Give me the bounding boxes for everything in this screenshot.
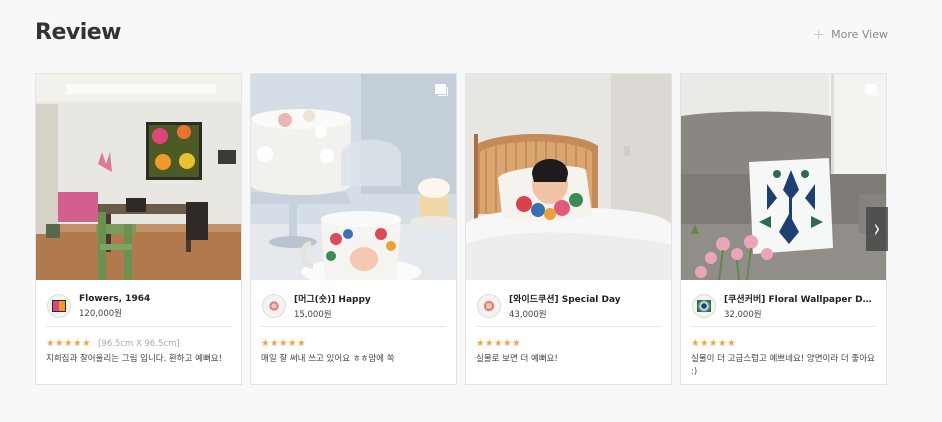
product-option: [96.5cm X 96.5cm] [98, 338, 180, 349]
next-slide-button[interactable]: › [866, 207, 888, 251]
review-card-list: Flowers, 1964 120,000원 ★★★★★ [96.5cm X 9… [35, 73, 888, 385]
review-photo[interactable] [681, 74, 886, 280]
review-photo[interactable] [36, 74, 241, 280]
product-price: 120,000원 [79, 308, 122, 319]
product-thumbnail[interactable] [692, 294, 716, 318]
review-text: 지희집과 잘어울리는 그림 입니다. 환하고 예뻐요! [46, 354, 223, 364]
product-thumbnail[interactable] [477, 294, 501, 318]
product-name[interactable]: [쿠션커버] Floral Wallpaper Design 2 [724, 292, 876, 305]
star-rating: ★★★★★ [691, 338, 737, 349]
multi-image-icon [865, 84, 878, 96]
review-section-title: Review [35, 20, 122, 45]
review-text: 실물로 보면 더 예뻐요! [476, 354, 558, 364]
product-price: 15,000원 [294, 310, 332, 320]
multi-image-icon [435, 84, 448, 96]
star-rating: ★★★★★ [46, 338, 92, 349]
review-card[interactable]: [쿠션커버] Floral Wallpaper Design 2 32,000원… [680, 73, 887, 385]
star-rating: ★★★★★ [261, 338, 307, 349]
card-divider [46, 326, 231, 327]
review-text: 매일 잘 써내 쓰고 있어요 ㅎㅎ맘에 쏙 [261, 354, 395, 364]
product-name[interactable]: Flowers, 1964 [79, 294, 231, 304]
review-card[interactable]: [와이드쿠션] Special Day 43,000원 ★★★★★ 실물로 보면… [465, 73, 672, 385]
card-divider [261, 326, 446, 327]
review-card[interactable]: Flowers, 1964 120,000원 ★★★★★ [96.5cm X 9… [35, 73, 242, 385]
product-name[interactable]: [머그(숏)] Happy [294, 292, 446, 305]
review-photo[interactable] [466, 74, 671, 280]
review-photo[interactable] [251, 74, 456, 280]
product-name[interactable]: [와이드쿠션] Special Day [509, 292, 661, 305]
card-divider [691, 326, 876, 327]
star-rating: ★★★★★ [476, 338, 522, 349]
product-thumbnail[interactable] [262, 294, 286, 318]
more-view-link[interactable]: + More View [813, 27, 888, 42]
review-text: 실물이 더 고급스럽고 예쁘네요! 양면이라 더 좋아요 :) [691, 354, 875, 377]
card-divider [476, 326, 661, 327]
chevron-right-icon: › [873, 213, 881, 244]
more-view-label: More View [831, 28, 888, 41]
plus-icon: + [812, 25, 826, 43]
product-thumbnail[interactable] [47, 294, 71, 318]
review-card[interactable]: [머그(숏)] Happy 15,000원 ★★★★★ 매일 잘 써내 쓰고 있… [250, 73, 457, 385]
product-price: 43,000원 [509, 310, 547, 320]
product-price: 32,000원 [724, 310, 762, 320]
